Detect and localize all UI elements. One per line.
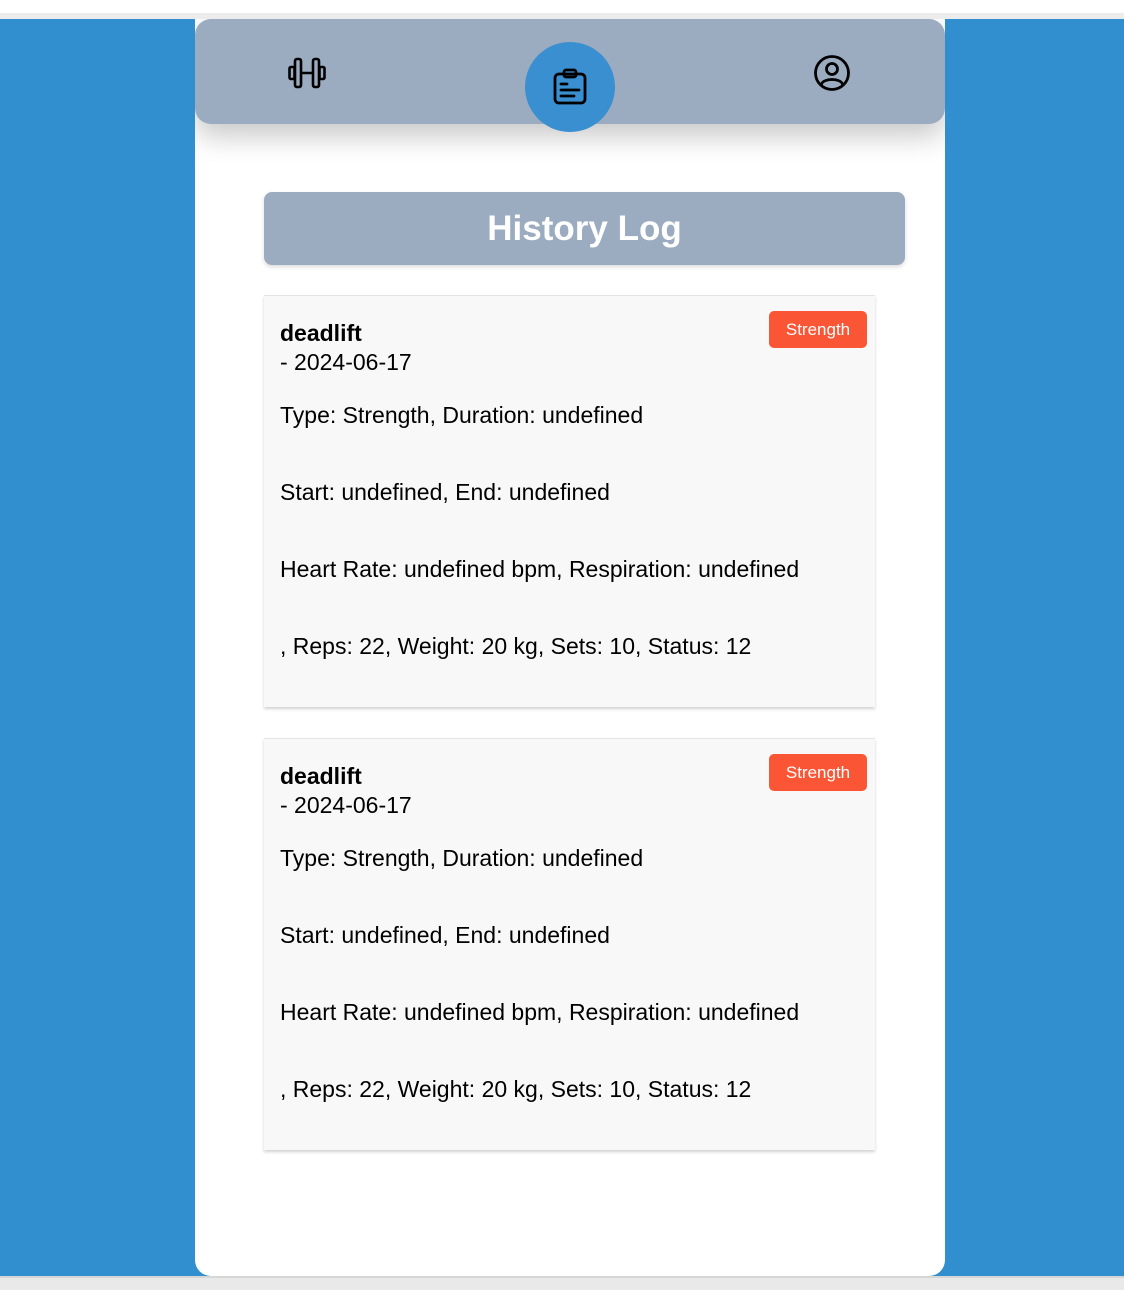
entry-vitals: Heart Rate: undefined bpm, Respiration: …	[280, 999, 800, 1025]
exercise-date: - 2024-06-17	[280, 792, 412, 818]
category-badge: Strength	[769, 311, 867, 348]
app-container: History Log deadlift - 2024-06-17 Streng…	[195, 19, 945, 1276]
exercise-name: deadlift	[280, 763, 362, 789]
category-badge: Strength	[769, 754, 867, 791]
browser-top-strip	[0, 0, 1124, 13]
browser-bottom-bar	[0, 1276, 1124, 1290]
clipboard-list-icon	[553, 68, 587, 105]
nav-profile-button[interactable]	[809, 51, 855, 95]
exercise-name: deadlift	[280, 320, 362, 346]
history-entry-card: deadlift - 2024-06-17 Strength Type: Str…	[264, 295, 875, 707]
entry-type-duration: Type: Strength, Duration: undefined	[280, 402, 644, 428]
entry-strength-details: , Reps: 22, Weight: 20 kg, Sets: 10, Sta…	[280, 633, 752, 659]
entry-vitals: Heart Rate: undefined bpm, Respiration: …	[280, 556, 800, 582]
nav-workouts-button[interactable]	[283, 52, 331, 94]
dumbbell-icon	[288, 57, 326, 89]
nav-history-button[interactable]	[525, 42, 615, 132]
exercise-date: - 2024-06-17	[280, 349, 412, 375]
user-circle-icon	[814, 55, 850, 91]
page-title: History Log	[264, 192, 905, 265]
bottom-nav-bar	[195, 19, 945, 132]
entry-start-end: Start: undefined, End: undefined	[280, 922, 610, 948]
entry-strength-details: , Reps: 22, Weight: 20 kg, Sets: 10, Sta…	[280, 1076, 752, 1102]
entry-type-duration: Type: Strength, Duration: undefined	[280, 845, 644, 871]
history-entry-card: deadlift - 2024-06-17 Strength Type: Str…	[264, 738, 875, 1150]
entry-start-end: Start: undefined, End: undefined	[280, 479, 610, 505]
